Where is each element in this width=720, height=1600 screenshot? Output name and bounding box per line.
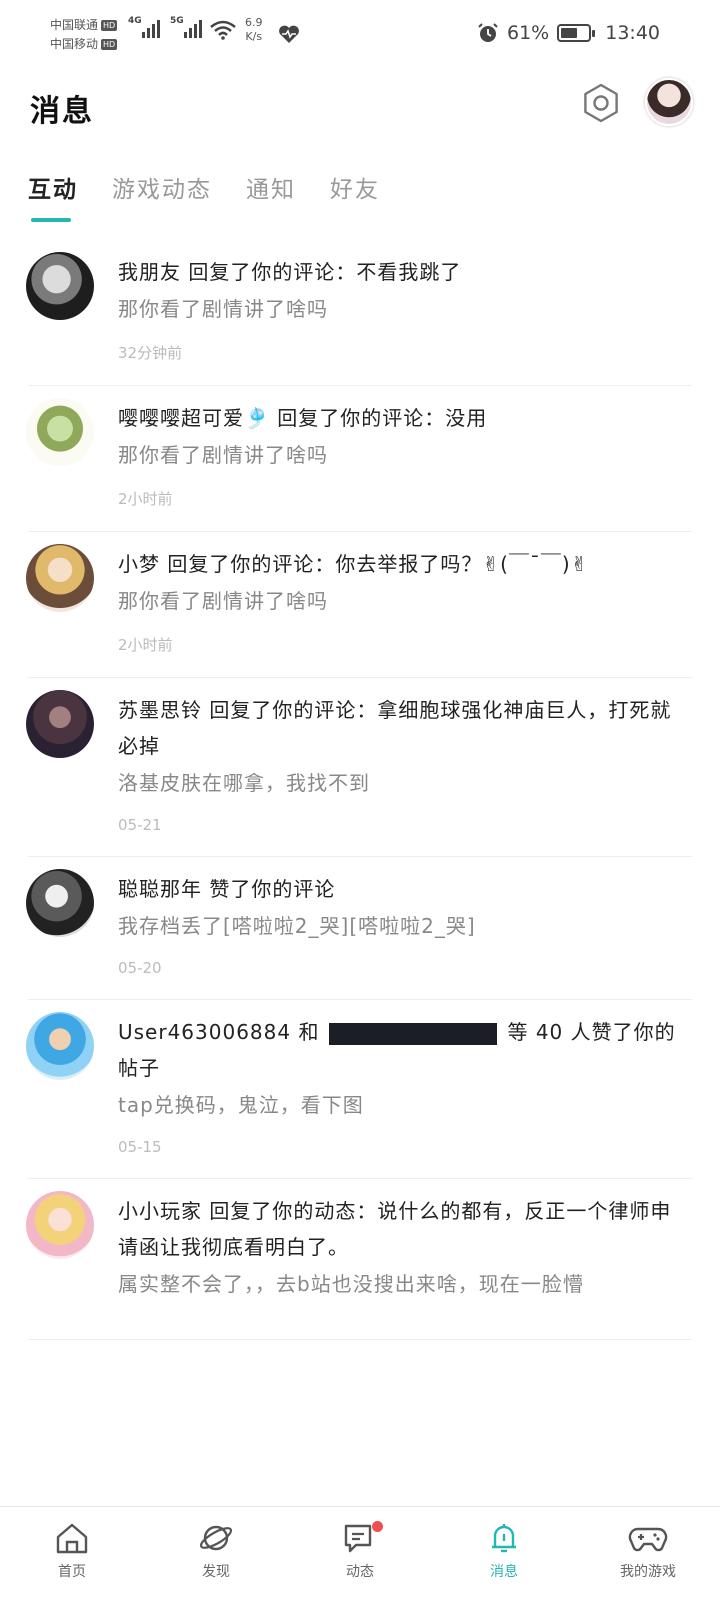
list-item[interactable]: User463006884 和等 40 人赞了你的帖子 tap兑换码，鬼泣，看下… [26, 1000, 692, 1179]
battery-icon [557, 24, 596, 42]
tab-game-updates[interactable]: 游戏动态 [112, 170, 212, 226]
message-preview: 那你看了剧情讲了啥吗 [118, 297, 328, 321]
tab-notifications[interactable]: 通知 [246, 170, 296, 226]
wifi-icon [210, 20, 236, 40]
carrier-1: 中国联通 [50, 18, 99, 32]
message-preview: 属实整不会了，，去b站也没搜出来啥，现在一脸懵 [118, 1272, 584, 1296]
signal-indicators: 4G 5G [128, 16, 202, 38]
message-title: 聪聪那年 赞了你的评论 [118, 877, 336, 901]
nav-home[interactable]: 首页 [0, 1507, 144, 1600]
nav-label: 消息 [490, 1564, 518, 1580]
status-right: 61% 13:40 [477, 22, 660, 44]
gamepad-icon [628, 1527, 668, 1552]
nav-label: 动态 [346, 1564, 374, 1580]
nav-messages[interactable]: 消息 [432, 1507, 576, 1600]
message-time: 05-21 [118, 816, 162, 834]
tab-bar: 互动 游戏动态 通知 好友 [28, 170, 380, 226]
avatar[interactable] [26, 252, 94, 320]
network-speed: 6.9 K/s [245, 16, 263, 43]
carrier-info: 中国联通 HD 中国移动 HD [50, 16, 118, 54]
message-preview: 我存档丢了[嗒啦啦2_哭][嗒啦啦2_哭] [118, 914, 476, 938]
avatar[interactable] [26, 690, 94, 758]
message-preview: tap兑换码，鬼泣，看下图 [118, 1093, 364, 1117]
signal-5g-icon: 5G [170, 16, 202, 38]
bottom-nav: 首页 发现 动态 消息 我的游戏 [0, 1506, 720, 1600]
redacted-name [329, 1022, 498, 1045]
avatar[interactable] [26, 398, 94, 466]
message-time: 2小时前 [118, 490, 173, 508]
carrier-2: 中国移动 [50, 37, 99, 51]
signal-4g-icon: 4G [128, 16, 160, 38]
list-item[interactable]: 聪聪那年 赞了你的评论 我存档丢了[嗒啦啦2_哭][嗒啦啦2_哭] 05-20 [26, 857, 692, 1000]
nav-discover[interactable]: 发现 [144, 1507, 288, 1600]
message-time: 2小时前 [118, 636, 173, 654]
message-title: 苏墨思铃 回复了你的评论：拿细胞球强化神庙巨人，打死就必掉 [118, 698, 672, 758]
hd-badge: HD [101, 39, 118, 50]
gear-icon [584, 83, 618, 123]
alarm-icon [478, 23, 498, 42]
message-title: 嘤嘤嘤超可爱🎐 回复了你的评论：没用 [118, 406, 488, 430]
message-title: User463006884 和等 40 人赞了你的帖子 [118, 1014, 692, 1086]
planet-icon [199, 1525, 233, 1551]
nav-label: 首页 [58, 1564, 86, 1580]
hd-badge: HD [101, 20, 118, 31]
message-preview: 那你看了剧情讲了啥吗 [118, 443, 328, 467]
tab-interaction[interactable]: 互动 [28, 170, 78, 226]
heart-rate-icon [279, 25, 299, 43]
list-item[interactable]: 小小玩家 回复了你的动态：说什么的都有，反正一个律师申请函让我彻底看明白了。 属… [26, 1179, 692, 1340]
list-item[interactable]: 我朋友 回复了你的评论：不看我跳了 那你看了剧情讲了啥吗 32分钟前 [26, 240, 692, 386]
settings-button[interactable] [580, 82, 622, 124]
nav-label: 发现 [202, 1564, 230, 1580]
list-item[interactable]: 小梦 回复了你的评论：你去举报了吗？✌(￣ˉ￣)✌ 那你看了剧情讲了啥吗 2小时… [26, 532, 692, 678]
nav-my-games[interactable]: 我的游戏 [576, 1507, 720, 1600]
bell-icon [492, 1524, 516, 1553]
nav-feed[interactable]: 动态 [288, 1507, 432, 1600]
status-bar: 中国联通 HD 中国移动 HD 4G 5G 6.9 K/s 61% 13:40 [0, 0, 720, 70]
tab-friends[interactable]: 好友 [330, 170, 380, 226]
notification-dot [372, 1521, 383, 1532]
list-item[interactable]: 苏墨思铃 回复了你的评论：拿细胞球强化神庙巨人，打死就必掉 洛基皮肤在哪拿，我找… [26, 678, 692, 857]
message-time [118, 1317, 692, 1339]
clock: 13:40 [605, 22, 660, 44]
avatar[interactable] [26, 869, 94, 937]
message-title: 小小玩家 回复了你的动态：说什么的都有，反正一个律师申请函让我彻底看明白了。 [118, 1199, 672, 1259]
home-icon [56, 1523, 88, 1554]
nav-label: 我的游戏 [620, 1564, 676, 1580]
message-title: 小梦 回复了你的评论：你去举报了吗？✌(￣ˉ￣)✌ [118, 552, 589, 576]
message-time: 05-15 [118, 1138, 162, 1156]
message-list[interactable]: 我朋友 回复了你的评论：不看我跳了 那你看了剧情讲了啥吗 32分钟前 嘤嘤嘤超可… [0, 240, 720, 1510]
message-time: 32分钟前 [118, 344, 183, 362]
battery-percent: 61% [507, 22, 550, 44]
avatar[interactable] [26, 544, 94, 612]
avatar[interactable] [26, 1191, 94, 1259]
header: 消息 [0, 70, 720, 140]
message-title: 我朋友 回复了你的评论：不看我跳了 [118, 260, 462, 284]
list-item[interactable]: 嘤嘤嘤超可爱🎐 回复了你的评论：没用 那你看了剧情讲了啥吗 2小时前 [26, 386, 692, 532]
user-avatar[interactable] [645, 78, 693, 126]
message-preview: 那你看了剧情讲了啥吗 [118, 589, 328, 613]
message-preview: 洛基皮肤在哪拿，我找不到 [118, 771, 370, 795]
message-time: 05-20 [118, 959, 162, 977]
page-title: 消息 [30, 94, 94, 129]
avatar[interactable] [26, 1012, 94, 1080]
message-title-users: User463006884 和 [118, 1020, 320, 1044]
